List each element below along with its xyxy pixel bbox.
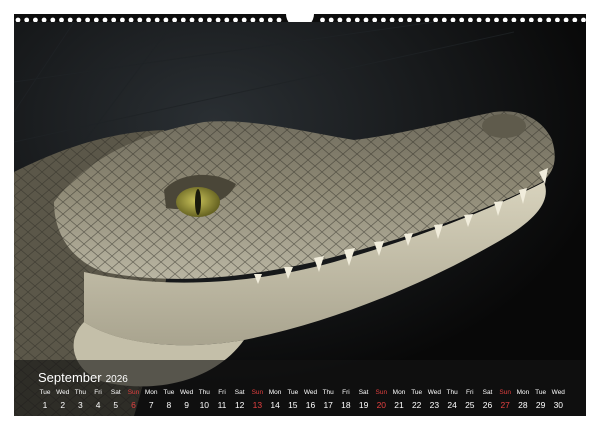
day-number: 5 <box>113 400 119 410</box>
weekday-label: Thu <box>198 389 210 396</box>
year-label: 2026 <box>105 374 128 385</box>
day-number: 8 <box>166 400 172 410</box>
day-number: 9 <box>184 400 189 410</box>
day-number: 18 <box>341 400 351 410</box>
weekday-label: Wed <box>179 389 194 396</box>
calendar-day: Thu 24 <box>443 389 461 411</box>
calendar-day: Wed 30 <box>549 389 567 411</box>
crocodile-photo <box>14 22 586 416</box>
day-number: 21 <box>394 400 404 410</box>
calendar-day: Wed 9 <box>178 389 196 411</box>
weekday-label: Tue <box>535 389 547 396</box>
weekday-label: Fri <box>218 389 226 396</box>
calendar-day: Tue 29 <box>532 389 550 411</box>
calendar-day: Tue 15 <box>284 389 302 411</box>
weekday-label: Wed <box>56 389 70 396</box>
calendar-day: Fri 18 <box>337 389 355 411</box>
day-number: 24 <box>447 400 457 410</box>
calendar-day: Tue 1 <box>36 389 54 411</box>
weekday-label: Mon <box>516 389 530 396</box>
month-title: September 2026 <box>38 370 128 385</box>
weekday-label: Wed <box>303 389 318 396</box>
day-number: 7 <box>148 400 154 410</box>
weekday-label: Sat <box>110 389 121 396</box>
day-number: 26 <box>482 400 493 410</box>
day-number: 22 <box>411 400 422 410</box>
calendar-day: Tue 22 <box>408 389 426 411</box>
calendar-day: Fri 4 <box>89 389 107 411</box>
calendar-day: Wed 23 <box>425 389 443 411</box>
weekday-label: Fri <box>342 389 350 396</box>
calendar-day: Thu 17 <box>319 389 337 411</box>
month-name: September <box>38 370 102 385</box>
calendar-day: Mon 28 <box>514 389 532 411</box>
day-number: 1 <box>42 400 48 410</box>
day-number: 4 <box>95 400 101 410</box>
calendar-day: Thu 10 <box>195 389 213 411</box>
weekday-label: Wed <box>427 389 442 396</box>
weekday-label: Mon <box>268 389 282 396</box>
calendar-day: Wed 2 <box>54 389 72 411</box>
calendar-day: Mon 21 <box>390 389 408 411</box>
day-number: 16 <box>305 400 316 410</box>
calendar-day: Thu 3 <box>71 389 89 411</box>
weekday-label: Sat <box>482 389 493 396</box>
weekday-label: Tue <box>163 389 175 396</box>
weekday-label: Sun <box>375 389 388 396</box>
calendar-day: Sun 6 <box>125 389 143 411</box>
weekday-label: Tue <box>39 389 51 396</box>
day-number: 17 <box>323 400 333 410</box>
calendar-day: Mon 7 <box>142 389 160 411</box>
day-number: 6 <box>131 400 136 410</box>
calendar-day: Fri 11 <box>213 389 231 411</box>
calendar-day: Sun 27 <box>496 389 514 411</box>
day-number: 20 <box>376 400 387 410</box>
weekday-label: Sat <box>358 389 369 396</box>
weekday-label: Sat <box>234 389 245 396</box>
day-number: 25 <box>465 400 475 410</box>
day-number: 30 <box>553 400 564 410</box>
day-number: 11 <box>217 400 227 410</box>
day-number: 19 <box>358 400 369 410</box>
calendar-day: Tue 8 <box>160 389 178 411</box>
day-number: 27 <box>500 400 510 410</box>
calendar-day: Sat 19 <box>355 389 373 411</box>
calendar-day: Sun 20 <box>372 389 390 411</box>
day-number: 3 <box>78 400 83 410</box>
weekday-label: Wed <box>551 389 565 396</box>
calendar-day: Sat 26 <box>479 389 497 411</box>
weekday-label: Thu <box>322 389 334 396</box>
weekday-label: Tue <box>287 389 299 396</box>
weekday-label: Mon <box>392 389 406 396</box>
day-number: 12 <box>234 400 245 410</box>
calendar-page: September 2026 Tue 1 Wed 2 Thu 3 Fri 4 Sat 5 Sun 6 Mo… <box>0 0 600 432</box>
weekday-label: Fri <box>94 389 102 396</box>
day-number: 10 <box>199 400 210 410</box>
weekday-label: Sun <box>127 389 140 396</box>
weekday-label: Sun <box>499 389 511 396</box>
day-number: 14 <box>270 400 280 410</box>
calendar-day: Sat 5 <box>107 389 125 411</box>
calendar-day: Wed 16 <box>302 389 320 411</box>
day-number: 15 <box>288 400 298 410</box>
weekday-label: Fri <box>466 389 474 396</box>
calendar-day: Fri 25 <box>461 389 479 411</box>
weekday-label: Thu <box>74 389 86 396</box>
day-number: 13 <box>252 400 263 410</box>
day-number: 29 <box>535 400 546 410</box>
calendar-day: Mon 14 <box>266 389 284 411</box>
weekday-label: Sun <box>251 389 264 396</box>
day-number: 23 <box>429 400 440 410</box>
day-number: 28 <box>518 400 528 410</box>
weekday-label: Mon <box>144 389 158 396</box>
calendar-day: Sun 13 <box>248 389 266 411</box>
calendar-day: Sat 12 <box>231 389 249 411</box>
day-number: 2 <box>60 400 66 410</box>
weekday-label: Thu <box>446 389 458 396</box>
weekday-label: Tue <box>411 389 423 396</box>
